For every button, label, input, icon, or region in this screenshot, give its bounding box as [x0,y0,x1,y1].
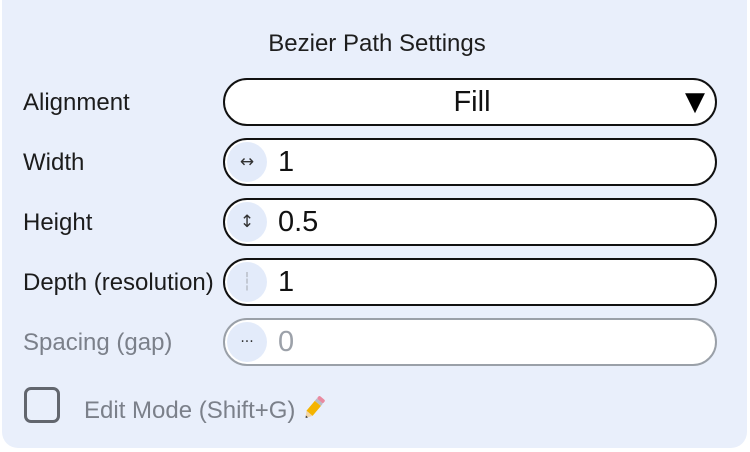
alignment-label: Alignment [23,89,130,116]
height-value: 0.5 [278,206,319,238]
bezier-path-settings-panel: Bezier Path Settings Alignment Fill ▼ Wi… [2,0,747,448]
width-value: 1 [278,146,295,178]
spacing-value: 0 [278,326,295,358]
height-label: Height [23,209,93,236]
spacing-input[interactable]: ··· 0 [223,318,717,366]
alignment-selected-value: Fill [453,86,491,118]
horizontal-arrows-icon: ↔ [227,142,267,182]
panel-title: Bezier Path Settings [268,30,486,57]
alignment-select[interactable]: Fill ▼ [223,78,717,126]
edit-mode-checkbox[interactable] [24,387,60,423]
spacing-label: Spacing (gap) [23,329,173,356]
width-input[interactable]: ↔ 1 [223,138,717,186]
height-input[interactable]: ↕ 0.5 [223,198,717,246]
triangle-down-icon: ▼ [685,87,705,117]
vertical-arrows-icon: ↕ [227,202,267,242]
depth-value: 1 [278,266,295,298]
ellipsis-icon: ··· [227,322,267,362]
depth-input[interactable]: ┆ 1 [223,258,717,306]
edit-mode-label[interactable]: Edit Mode (Shift+G) [84,394,329,431]
pencil-icon [299,394,329,431]
edit-mode-label-text: Edit Mode (Shift+G) [84,397,296,424]
depth-label: Depth (resolution) [23,269,214,296]
width-label: Width [23,149,85,176]
dotted-line-icon: ┆ [227,262,267,302]
